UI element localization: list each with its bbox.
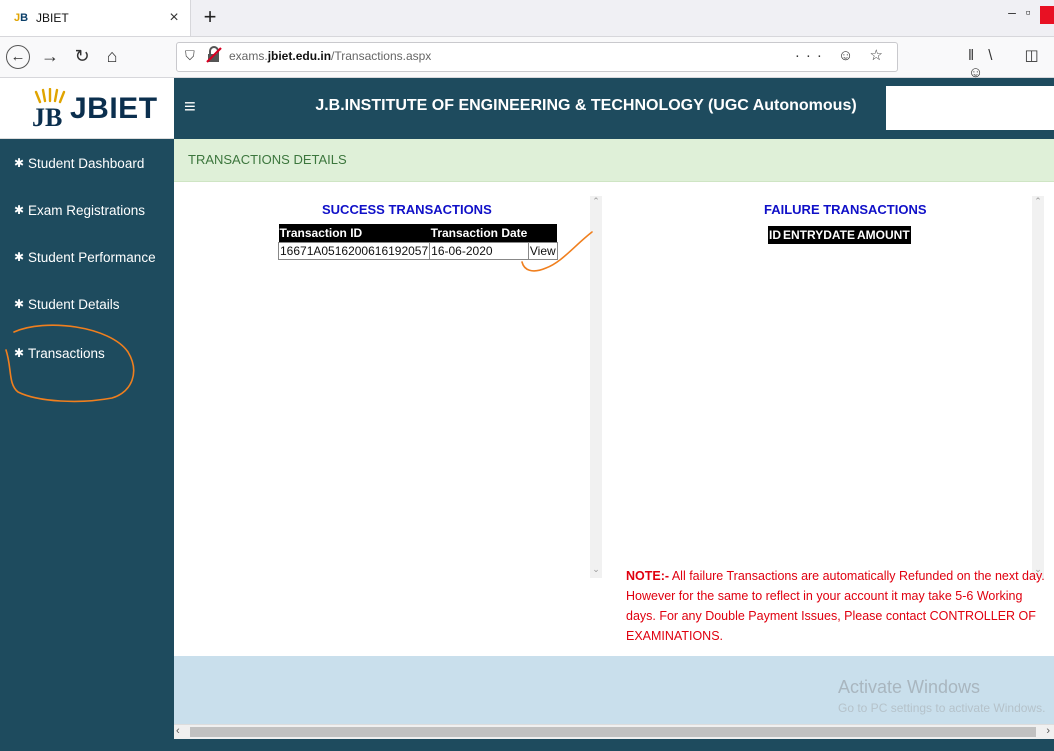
annotation-circle-transactions <box>5 324 135 403</box>
hand-drawn-annotations <box>5 231 593 403</box>
annotation-check-view <box>521 231 593 272</box>
